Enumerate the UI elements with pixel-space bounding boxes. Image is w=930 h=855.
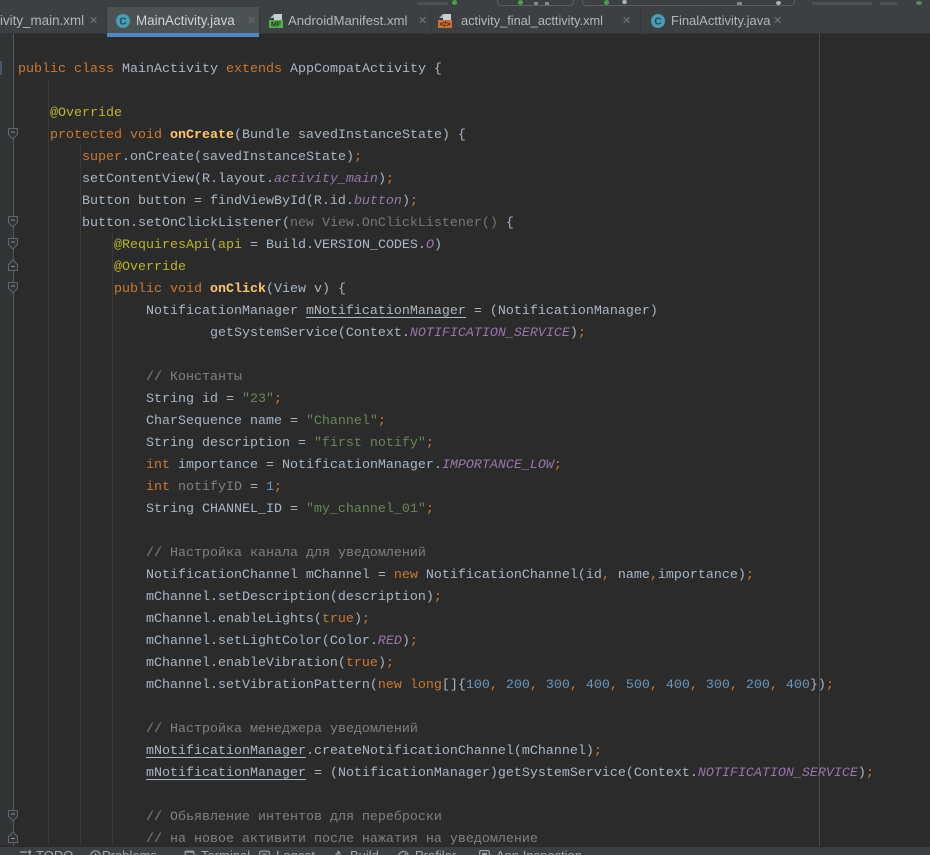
svg-text:</>: </> xyxy=(440,19,451,28)
svg-text:C: C xyxy=(654,17,661,28)
svg-text:C: C xyxy=(119,17,126,28)
svg-text:MF: MF xyxy=(271,22,282,29)
